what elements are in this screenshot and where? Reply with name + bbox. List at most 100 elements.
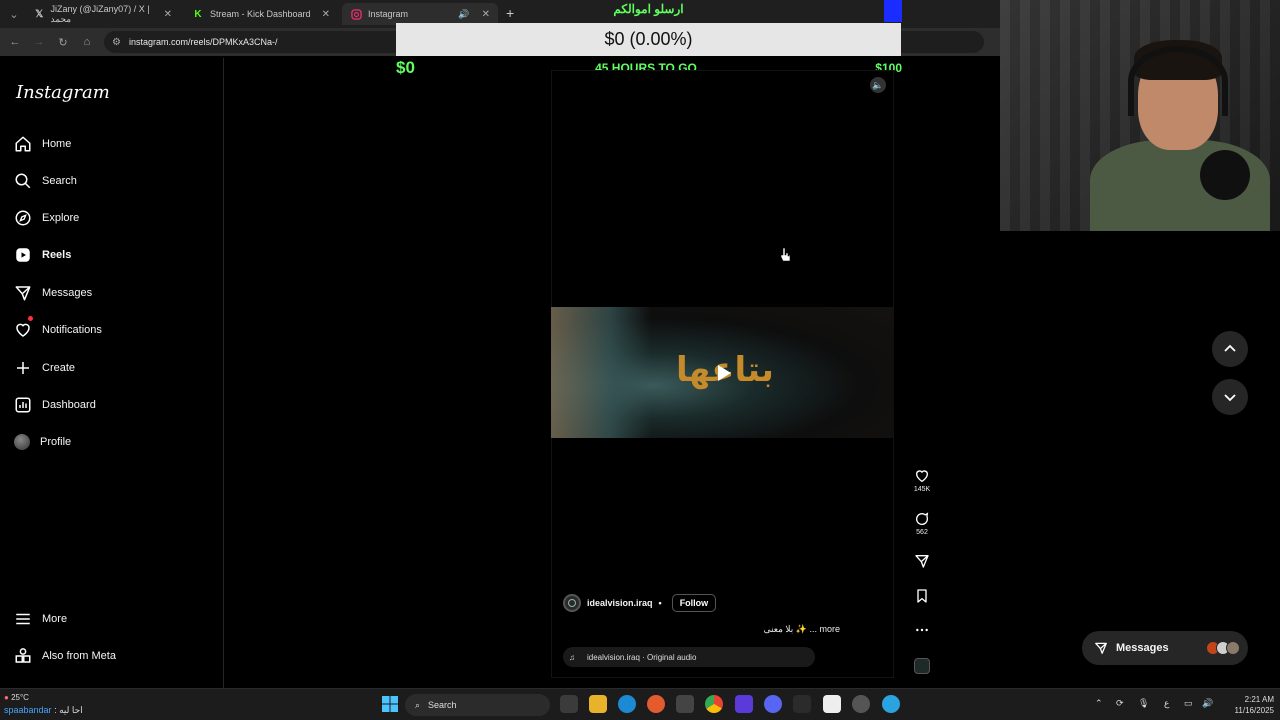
windows-start-icon[interactable]	[381, 695, 399, 713]
chrome-icon[interactable]	[705, 695, 723, 713]
home-icon	[15, 136, 31, 152]
messages-floating-button[interactable]: Messages	[1082, 631, 1248, 665]
search-icon	[15, 173, 31, 189]
tab-x[interactable]: 𝕏 JiZany (@JiZany07) / X | محمد ✕	[26, 3, 180, 25]
sidebar-item-explore[interactable]: Explore	[14, 205, 79, 231]
forward-icon[interactable]: →	[27, 30, 51, 54]
firefox-icon[interactable]	[647, 695, 665, 713]
sidebar-item-label: Messages	[42, 287, 93, 299]
sidebar-item-reels[interactable]: Reels	[14, 242, 71, 268]
sidebar-item-label: Search	[42, 175, 77, 187]
audio-avatar[interactable]	[914, 658, 930, 674]
goal-progress-text: $0 (0.00%)	[604, 29, 693, 49]
volume-icon[interactable]: 🔊	[1202, 698, 1213, 709]
heart-icon	[16, 323, 30, 337]
chevron-up-icon	[1224, 344, 1236, 352]
sidebar-item-more[interactable]: More	[14, 606, 67, 632]
more-options-button[interactable]	[908, 622, 936, 640]
goal-current-amount: $0	[396, 58, 415, 77]
url-text: instagram.com/reels/DPMKxA3CNa-/	[128, 37, 278, 47]
play-icon[interactable]	[712, 362, 734, 384]
close-icon[interactable]: ✕	[322, 9, 330, 20]
weather-icon: ●	[4, 693, 9, 702]
message-avatars	[1206, 641, 1240, 655]
network-icon[interactable]: ▭	[1184, 698, 1193, 709]
like-count: 145K	[913, 486, 931, 493]
speaker-icon[interactable]: 🔈	[870, 77, 886, 93]
app-icon[interactable]	[823, 695, 841, 713]
follow-button[interactable]: Follow	[671, 594, 717, 612]
instagram-icon	[350, 8, 362, 20]
tab-search-chevron-icon[interactable]: ⌄	[2, 2, 26, 26]
sidebar-item-search[interactable]: Search	[14, 168, 77, 194]
previous-reel-button[interactable]	[1212, 331, 1248, 367]
music-note-icon: ♫	[569, 652, 575, 662]
app-icon[interactable]	[735, 695, 753, 713]
author-avatar[interactable]	[563, 594, 581, 612]
comment-button[interactable]: 562	[908, 511, 936, 536]
back-icon[interactable]: ←	[3, 30, 27, 54]
taskbar-search-label: Search	[428, 700, 457, 710]
sidebar: Instagram Home Search Explore Reels Mess…	[0, 58, 224, 688]
author-name[interactable]: idealvision.iraq	[587, 598, 653, 608]
home-button-icon[interactable]: ⌂	[75, 30, 99, 54]
ellipsis-icon	[916, 628, 928, 632]
telegram-icon[interactable]	[882, 695, 900, 713]
sidebar-item-messages[interactable]: Messages	[14, 280, 92, 306]
headset	[1128, 46, 1228, 116]
sidebar-item-notifications[interactable]: Notifications	[14, 316, 102, 343]
close-icon[interactable]: ✕	[164, 9, 172, 20]
language-indicator[interactable]: ع	[1164, 698, 1169, 709]
edge-icon[interactable]	[618, 695, 636, 713]
ticker-user: spaabandar	[4, 705, 52, 715]
next-reel-button[interactable]	[1212, 379, 1248, 415]
reel-caption[interactable]: بلا معنى ✨ ... more	[700, 624, 840, 635]
chevron-up-icon[interactable]: ⌃	[1095, 698, 1103, 709]
sync-icon[interactable]: ⟳	[1116, 698, 1124, 709]
system-clock[interactable]: 2:21 AM 11/16/2025	[1214, 694, 1274, 716]
tab-label: Stream - Kick Dashboard	[210, 9, 311, 19]
tab-kick[interactable]: K Stream - Kick Dashboard ✕	[184, 3, 338, 25]
sidebar-item-home[interactable]: Home	[14, 131, 71, 157]
discord-icon[interactable]	[764, 695, 782, 713]
plus-icon	[17, 362, 29, 374]
save-button[interactable]	[908, 588, 936, 606]
reload-icon[interactable]: ↻	[51, 30, 75, 54]
weather-widget[interactable]: ● 25°C	[4, 693, 29, 702]
app-icon[interactable]	[676, 695, 694, 713]
audio-label: idealvision.iraq · Original audio	[587, 652, 697, 662]
app-icon[interactable]	[852, 695, 870, 713]
avatar	[1226, 641, 1240, 655]
separator: •	[658, 598, 662, 608]
goal-progress-bar: $0 (0.00%)	[396, 23, 901, 56]
menu-icon	[16, 613, 30, 625]
like-button[interactable]: 145K	[908, 468, 936, 493]
avatar	[14, 434, 30, 450]
audio-link[interactable]: ♫ idealvision.iraq · Original audio	[563, 647, 815, 667]
goal-title: ارسلو اموالكم	[613, 2, 684, 16]
sidebar-item-label: Profile	[40, 436, 72, 448]
microphone-icon[interactable]: 🎙	[1138, 698, 1149, 709]
share-button[interactable]	[908, 553, 936, 571]
file-explorer-icon[interactable]	[589, 695, 607, 713]
instagram-logo[interactable]: Instagram	[16, 82, 110, 103]
sidebar-item-label: Also from Meta	[42, 650, 116, 662]
sidebar-item-also-from-meta[interactable]: Also from Meta	[14, 643, 116, 669]
site-info-icon[interactable]: ⚙	[112, 37, 121, 48]
video-texture	[551, 307, 651, 438]
sidebar-item-dashboard[interactable]: Dashboard	[14, 392, 96, 418]
search-icon: ⌕	[415, 699, 421, 710]
notification-dot	[28, 316, 33, 321]
sidebar-item-profile[interactable]: Profile	[14, 429, 71, 455]
comment-icon	[916, 512, 929, 525]
app-icon[interactable]	[793, 695, 811, 713]
taskbar: ● 25°C spaabandar : احا ليه ⌕ Search ⌃ ⟳…	[0, 688, 1280, 720]
sidebar-item-create[interactable]: Create	[14, 355, 75, 381]
bookmark-icon	[917, 589, 927, 603]
messages-icon	[15, 286, 31, 301]
task-view-icon[interactable]	[560, 695, 578, 713]
taskbar-search[interactable]: ⌕ Search	[405, 694, 550, 716]
temperature: 25°C	[11, 693, 29, 702]
tab-label: JiZany (@JiZany07) / X | محمد	[50, 3, 150, 24]
webcam-overlay	[1000, 0, 1280, 231]
